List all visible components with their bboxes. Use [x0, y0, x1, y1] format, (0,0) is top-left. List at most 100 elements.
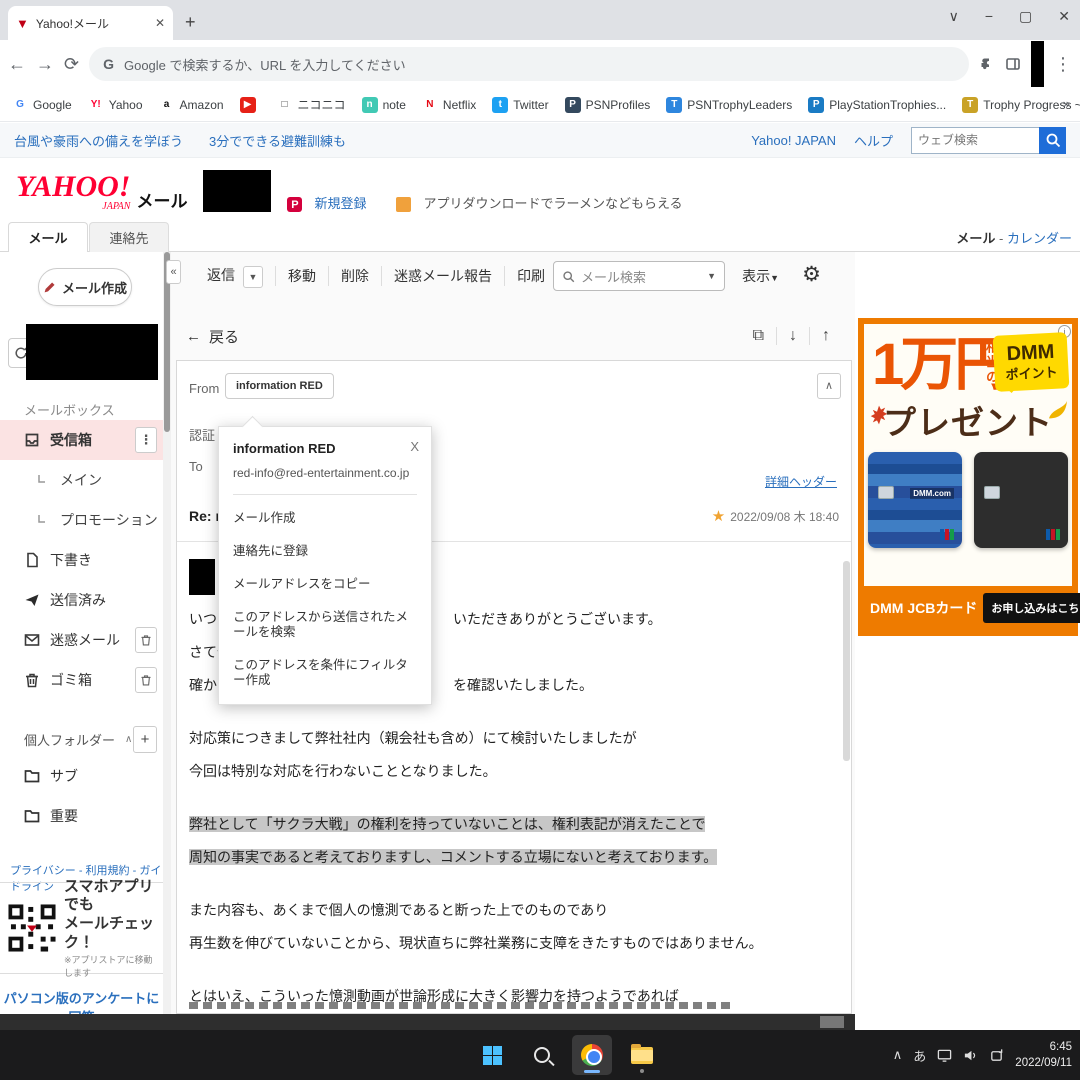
web-search-input[interactable]: [911, 126, 1039, 154]
star-icon[interactable]: ★: [712, 507, 725, 525]
speaker-icon[interactable]: [963, 1048, 978, 1063]
folder-row[interactable]: 下書き: [0, 540, 163, 580]
spam-report-button[interactable]: 迷惑メール報告: [381, 266, 504, 286]
bookmark-item[interactable]: t Twitter: [486, 94, 554, 116]
signup-link[interactable]: 新規登録: [314, 193, 366, 212]
forward-icon[interactable]: →: [36, 54, 54, 75]
move-button[interactable]: 移動: [275, 266, 328, 286]
taskbar-search-button[interactable]: [522, 1035, 562, 1075]
bookmark-item[interactable]: Y! Yahoo: [82, 94, 149, 116]
tab-search-icon[interactable]: ∨: [949, 8, 959, 25]
news-link-2[interactable]: 3分でできる避難訓練も: [209, 131, 346, 150]
bookmark-label: Yahoo: [108, 97, 143, 112]
header-collapse-icon[interactable]: ∧: [817, 373, 841, 399]
tab-close-icon[interactable]: ✕: [155, 16, 165, 30]
nav-calendar-link[interactable]: カレンダー: [1007, 231, 1072, 246]
reply-button[interactable]: 返信 ▼: [195, 265, 275, 288]
ime-indicator[interactable]: あ: [913, 1046, 926, 1065]
tray-chevron-icon[interactable]: ∧: [893, 1047, 903, 1063]
bookmark-item[interactable]: □ ニコニコ: [271, 93, 352, 116]
folder-row[interactable]: 送信済み: [0, 580, 163, 620]
popup-menu-item[interactable]: このアドレスを条件にフィルター作成: [233, 646, 417, 694]
browser-navbar: ← → ⟳ G Google で検索するか、URL を入力してください ⋮: [0, 40, 1080, 88]
view-caret-icon: ▼: [770, 273, 779, 283]
bookmark-item[interactable]: P PlayStationTrophies...: [802, 94, 952, 116]
back-arrow-icon[interactable]: ←: [186, 328, 201, 345]
bookmark-item[interactable]: G Google: [6, 94, 78, 116]
bookmarks-overflow-icon[interactable]: »: [1055, 96, 1078, 111]
popup-close-icon[interactable]: X: [410, 439, 419, 454]
popup-menu-item[interactable]: このアドレスから送信されたメールを検索: [233, 598, 417, 646]
mail-scrollbar-thumb[interactable]: [843, 561, 850, 761]
taskbar-clock[interactable]: 6:45 2022/09/11: [1015, 1039, 1072, 1071]
rotation-lock-icon[interactable]: [989, 1048, 1004, 1063]
personal-folder-row[interactable]: サブ: [0, 756, 163, 796]
open-new-window-icon[interactable]: ⧉: [741, 327, 776, 345]
folder-row[interactable]: プロモーション: [0, 500, 163, 540]
new-tab-button[interactable]: +: [185, 12, 196, 33]
sender-chip[interactable]: information RED: [225, 373, 334, 399]
print-button[interactable]: 印刷: [504, 266, 557, 286]
yahoo-japan-link[interactable]: Yahoo! JAPAN: [751, 133, 836, 148]
web-search-button[interactable]: [1039, 126, 1066, 154]
folder-row[interactable]: ゴミ箱: [0, 660, 163, 700]
start-button[interactable]: [472, 1035, 512, 1075]
bookmark-item[interactable]: n note: [356, 94, 412, 116]
news-link-1[interactable]: 台風や豪雨への備えを学ぼう: [14, 131, 183, 150]
scroll-button[interactable]: [820, 1016, 844, 1028]
prev-mail-icon[interactable]: ↑: [809, 327, 842, 345]
restore-icon[interactable]: ▢: [1019, 8, 1032, 25]
search-caret-icon[interactable]: ▼: [707, 271, 716, 281]
extensions-icon[interactable]: [979, 56, 995, 72]
back-label[interactable]: 戻る: [209, 326, 239, 347]
side-panel-icon[interactable]: [1005, 56, 1021, 72]
taskbar-chrome-button[interactable]: [572, 1035, 612, 1075]
compose-button[interactable]: メール作成: [38, 268, 132, 306]
view-button[interactable]: 表示▼: [742, 266, 779, 286]
folder-action[interactable]: [135, 667, 157, 693]
popup-menu-item[interactable]: メールアドレスをコピー: [233, 565, 417, 598]
taskbar-explorer-button[interactable]: [622, 1035, 662, 1075]
add-folder-button[interactable]: +: [133, 726, 157, 753]
help-link[interactable]: ヘルプ: [854, 131, 893, 150]
search-icon: [562, 270, 575, 283]
yahoo-logo[interactable]: YAHOO! JAPAN メール: [16, 172, 187, 213]
folder-action[interactable]: ⋮: [135, 427, 157, 453]
next-mail-icon[interactable]: ↓: [776, 327, 809, 345]
popup-menu-item[interactable]: 連絡先に登録: [233, 532, 417, 565]
browser-menu-icon[interactable]: ⋮: [1054, 54, 1072, 75]
folder-row[interactable]: 迷惑メール: [0, 620, 163, 660]
app-promo-link[interactable]: アプリダウンロードでラーメンなどもらえる: [423, 193, 682, 212]
bookmark-item[interactable]: N Netflix: [416, 94, 482, 116]
delete-button[interactable]: 削除: [328, 266, 381, 286]
close-icon[interactable]: ✕: [1058, 8, 1070, 25]
folder-row[interactable]: メイン: [0, 460, 163, 500]
dmm-ad[interactable]: i 1万円 相当の DMM ポイント プレゼント DMM.com DMM JCB…: [858, 318, 1080, 636]
bookmark-item[interactable]: a Amazon: [153, 94, 230, 116]
personal-folder-row[interactable]: 重要: [0, 796, 163, 836]
omnibox[interactable]: G Google で検索するか、URL を入力してください: [89, 47, 970, 81]
bookmark-item[interactable]: ▶: [234, 94, 267, 116]
reload-icon[interactable]: ⟳: [64, 54, 79, 75]
folder-action[interactable]: [135, 627, 157, 653]
gear-icon[interactable]: ⚙: [802, 262, 821, 287]
profile-avatar-redacted[interactable]: [1031, 41, 1044, 87]
browser-tab[interactable]: ▼ Yahoo!メール ✕: [8, 6, 173, 40]
chevron-up-icon[interactable]: ∧: [125, 734, 132, 745]
mail-back-bar: ← 戻る ⧉ ↓ ↑: [176, 314, 852, 358]
yahoo-newsbar: 台風や豪雨への備えを学ぼう 3分でできる避難訓練も Yahoo! JAPAN ヘ…: [0, 123, 1080, 158]
personal-folder-header[interactable]: 個人フォルダー ∧ +: [0, 722, 163, 756]
bookmark-item[interactable]: T PSNTrophyLeaders: [660, 94, 798, 116]
reply-caret-icon[interactable]: ▼: [243, 265, 263, 288]
bookmark-item[interactable]: P PSNProfiles: [559, 94, 657, 116]
detail-header-link[interactable]: 詳細ヘッダー: [765, 473, 837, 490]
popup-menu-item[interactable]: メール作成: [233, 499, 417, 532]
back-icon[interactable]: ←: [8, 54, 26, 75]
minimize-icon[interactable]: −: [985, 8, 993, 25]
tab-contacts[interactable]: 連絡先: [89, 222, 169, 252]
display-icon[interactable]: [937, 1048, 952, 1063]
ad-cta-button[interactable]: お申し込みはこちら ›: [983, 593, 1080, 623]
mail-search-box[interactable]: メール検索 ▼: [553, 261, 725, 291]
folder-row[interactable]: 受信箱 ⋮: [0, 420, 163, 460]
tab-mail[interactable]: メール: [8, 222, 88, 252]
